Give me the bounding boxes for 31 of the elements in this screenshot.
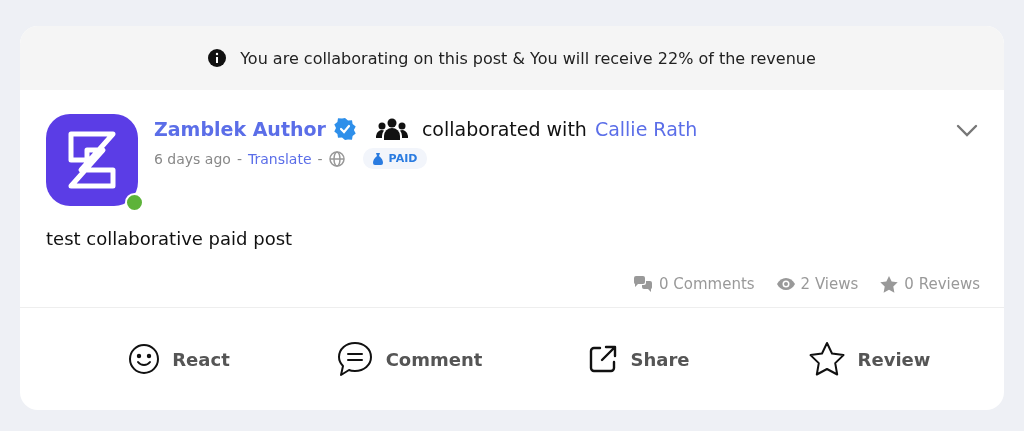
author-avatar[interactable]	[46, 114, 138, 206]
info-icon	[208, 49, 227, 67]
post-text: test collaborative paid post	[45, 227, 294, 249]
paid-badge: PAID	[362, 148, 428, 169]
globe-icon	[328, 150, 345, 167]
group-icon	[375, 118, 408, 140]
banner-text: You are collaborating on this post & You will receive 22% of the revenue	[240, 48, 816, 68]
chat-bubbles-icon	[633, 276, 653, 292]
separator: -	[317, 150, 323, 167]
eye-icon	[776, 277, 795, 291]
collaboration-text: collaborated with	[421, 118, 587, 140]
star-icon	[807, 341, 846, 377]
translate-link[interactable]: Translate	[247, 150, 312, 167]
smiley-icon	[128, 343, 161, 375]
stat-label[interactable]: 2 Views	[800, 275, 859, 293]
stat-label[interactable]: 0 Reviews	[904, 275, 980, 293]
stat-label[interactable]: 0 Comments	[659, 275, 755, 293]
collaborator-name[interactable]: Callie Rath	[594, 118, 698, 140]
chevron-down-icon[interactable]	[956, 124, 978, 138]
share-icon	[588, 344, 619, 374]
star-icon	[880, 275, 899, 293]
react-button[interactable]: React	[124, 339, 234, 379]
logo-icon	[67, 130, 117, 190]
speech-bubble-icon	[335, 340, 374, 378]
post-time: 6 days ago	[154, 150, 231, 167]
money-bag-icon	[372, 152, 383, 165]
share-button[interactable]: Share	[584, 340, 694, 378]
separator: -	[236, 150, 242, 167]
author-name[interactable]: Zamblek Author	[154, 118, 326, 140]
review-button[interactable]: Review	[803, 337, 935, 381]
comment-button[interactable]: Comment	[331, 336, 487, 382]
